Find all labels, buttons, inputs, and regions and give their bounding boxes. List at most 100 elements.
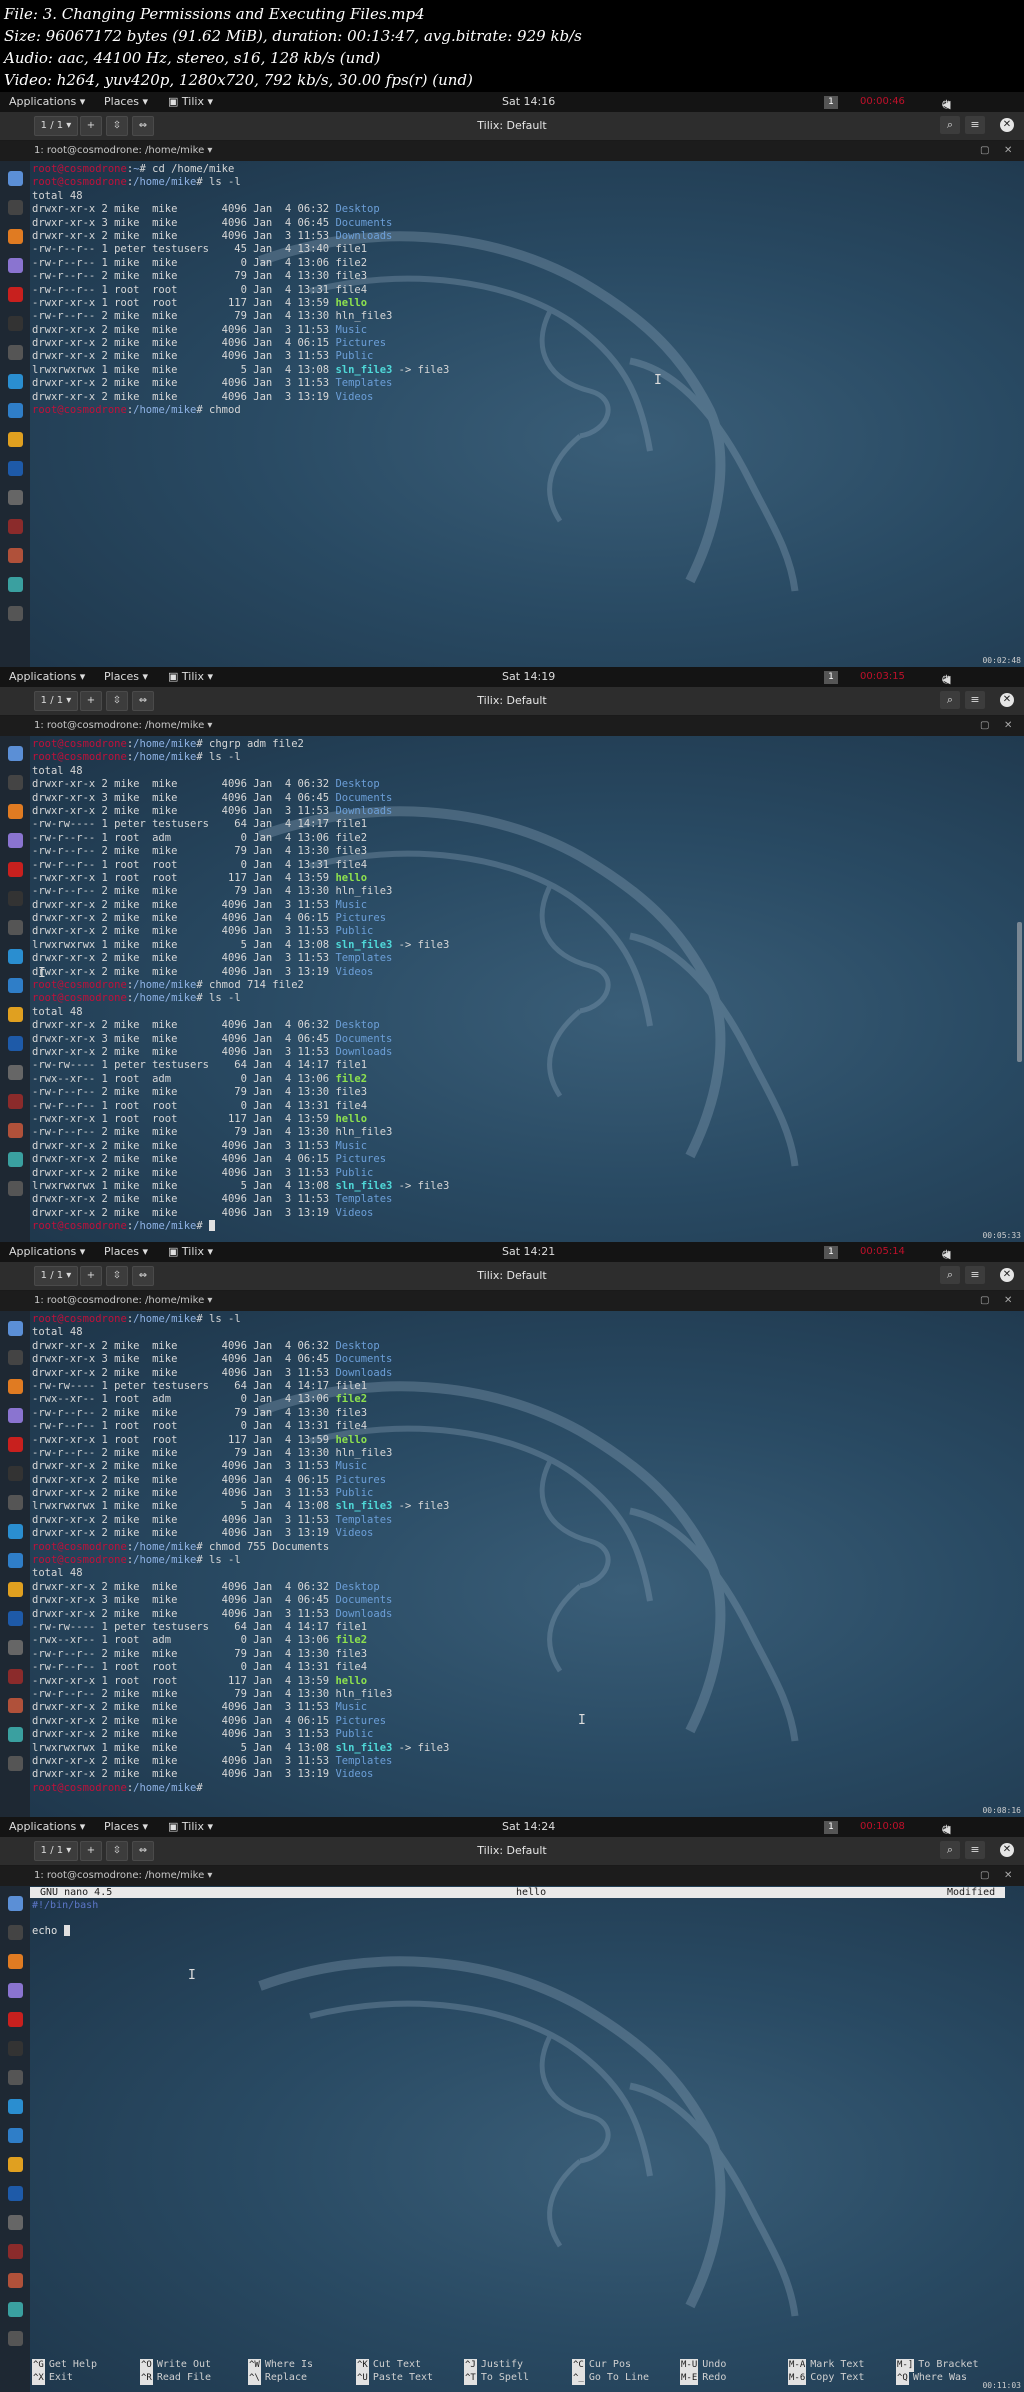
terminal-icon[interactable]	[8, 1350, 23, 1365]
clock[interactable]: Sat 14:16	[502, 95, 555, 108]
files-icon[interactable]	[8, 1896, 23, 1911]
app-grid-icon[interactable]	[8, 2331, 23, 2346]
close-terminal-icon[interactable]: ✕	[1004, 1295, 1012, 1306]
gear-icon[interactable]	[8, 2128, 23, 2143]
workspace-indicator[interactable]: 1	[824, 96, 838, 109]
armitage-icon[interactable]	[8, 1094, 23, 1109]
close-terminal-icon[interactable]: ✕	[1004, 145, 1012, 156]
terminal-view[interactable]: root@cosmodrone:~# cd /home/mike root@cos…	[30, 161, 1024, 667]
nano-shortcut[interactable]: M-U Undo M-E Redo	[680, 2358, 726, 2385]
burpsuite-icon[interactable]	[8, 833, 23, 848]
text-editor-icon[interactable]	[8, 2070, 23, 2085]
gear-icon[interactable]	[8, 403, 23, 418]
applications-menu[interactable]: Applications ▾	[9, 95, 85, 108]
gear-icon[interactable]	[8, 978, 23, 993]
settings-icon[interactable]	[8, 949, 23, 964]
terminal-icon[interactable]	[8, 1925, 23, 1940]
nano-shortcut[interactable]: ^W Where Is ^\ Replace	[248, 2358, 313, 2385]
search-icon[interactable]: ⌕	[940, 1266, 960, 1284]
workspace-indicator[interactable]: 1	[824, 671, 838, 684]
close-icon[interactable]: ✕	[1000, 693, 1014, 707]
terminal-output[interactable]: root@cosmodrone:~# cd /home/mike root@cos…	[32, 163, 449, 417]
workspace-indicator[interactable]: 1	[824, 1246, 838, 1259]
tilix-app-menu[interactable]: ▣ Tilix ▾	[168, 670, 213, 683]
nano-edit-line[interactable]: echo	[32, 1925, 70, 1937]
terminal-output[interactable]: root@cosmodrone:/home/mike# chgrp adm fi…	[32, 738, 449, 1233]
search-icon[interactable]: ⌕	[940, 691, 960, 709]
search-icon[interactable]: ⌕	[940, 116, 960, 134]
hamburger-menu-icon[interactable]: ≡	[965, 1841, 985, 1859]
terminal-view[interactable]: root@cosmodrone:/home/mike# chgrp adm fi…	[30, 736, 1024, 1242]
places-menu[interactable]: Places ▾	[104, 670, 148, 683]
app-grid-icon[interactable]	[8, 1756, 23, 1771]
applications-menu[interactable]: Applications ▾	[9, 1245, 85, 1258]
cherrytree-icon[interactable]	[8, 1698, 23, 1713]
settings-icon[interactable]	[8, 374, 23, 389]
close-icon[interactable]: ✕	[1000, 1268, 1014, 1282]
hamburger-menu-icon[interactable]: ≡	[965, 116, 985, 134]
session-title[interactable]: 1: root@cosmodrone: /home/mike ▾	[34, 1870, 212, 1881]
cherrytree-icon[interactable]	[8, 2273, 23, 2288]
python-icon[interactable]	[8, 1007, 23, 1022]
metasploit-icon[interactable]	[8, 1437, 23, 1452]
firefox-icon[interactable]	[8, 229, 23, 244]
firefox-icon[interactable]	[8, 1379, 23, 1394]
app-grid-icon[interactable]	[8, 606, 23, 621]
hamburger-menu-icon[interactable]: ≡	[965, 691, 985, 709]
nano-shortcut[interactable]: ^G Get Help ^X Exit	[32, 2358, 97, 2385]
hamburger-menu-icon[interactable]: ≡	[965, 1266, 985, 1284]
metasploit-m-icon[interactable]	[8, 1640, 23, 1655]
applications-menu[interactable]: Applications ▾	[9, 1820, 85, 1833]
text-editor-icon[interactable]	[8, 345, 23, 360]
armitage-icon[interactable]	[8, 1669, 23, 1684]
text-editor-icon[interactable]	[8, 920, 23, 935]
search-icon[interactable]: ⌕	[940, 1841, 960, 1859]
firefox-icon[interactable]	[8, 804, 23, 819]
nano-shortcut[interactable]: M-A Mark Text M-6 Copy Text	[788, 2358, 864, 2385]
app-grid-icon[interactable]	[8, 1181, 23, 1196]
network-icon[interactable]	[8, 1152, 23, 1167]
clock[interactable]: Sat 14:21	[502, 1245, 555, 1258]
applications-menu[interactable]: Applications ▾	[9, 670, 85, 683]
metasploit-m-icon[interactable]	[8, 2215, 23, 2230]
python-icon[interactable]	[8, 432, 23, 447]
terminal-blue-icon[interactable]	[8, 461, 23, 476]
metasploit-m-icon[interactable]	[8, 490, 23, 505]
maltego-icon[interactable]	[8, 891, 23, 906]
maximize-terminal-icon[interactable]: ▢	[980, 720, 989, 731]
text-editor-icon[interactable]	[8, 1495, 23, 1510]
tilix-app-menu[interactable]: ▣ Tilix ▾	[168, 1245, 213, 1258]
nano-shortcut[interactable]: M-] To Bracket ^Q Where Was	[896, 2358, 978, 2385]
network-icon[interactable]	[8, 1727, 23, 1742]
terminal-icon[interactable]	[8, 775, 23, 790]
scrollbar[interactable]	[1017, 922, 1022, 1062]
places-menu[interactable]: Places ▾	[104, 95, 148, 108]
burpsuite-icon[interactable]	[8, 1983, 23, 1998]
maltego-icon[interactable]	[8, 2041, 23, 2056]
armitage-icon[interactable]	[8, 519, 23, 534]
metasploit-icon[interactable]	[8, 287, 23, 302]
files-icon[interactable]	[8, 746, 23, 761]
nano-shortcut[interactable]: ^C Cur Pos ^_ Go To Line	[572, 2358, 649, 2385]
files-icon[interactable]	[8, 1321, 23, 1336]
tilix-app-menu[interactable]: ▣ Tilix ▾	[168, 1820, 213, 1833]
nano-shortcut[interactable]: ^O Write Out ^R Read File	[140, 2358, 211, 2385]
places-menu[interactable]: Places ▾	[104, 1820, 148, 1833]
session-title[interactable]: 1: root@cosmodrone: /home/mike ▾	[34, 720, 212, 731]
terminal-view[interactable]: root@cosmodrone:/home/mike# ls -l total 4…	[30, 1311, 1024, 1817]
maltego-icon[interactable]	[8, 316, 23, 331]
close-terminal-icon[interactable]: ✕	[1004, 720, 1012, 731]
close-icon[interactable]: ✕	[1000, 1843, 1014, 1857]
gear-icon[interactable]	[8, 1553, 23, 1568]
close-terminal-icon[interactable]: ✕	[1004, 1870, 1012, 1881]
maltego-icon[interactable]	[8, 1466, 23, 1481]
metasploit-m-icon[interactable]	[8, 1065, 23, 1080]
clock[interactable]: Sat 14:19	[502, 670, 555, 683]
tilix-app-menu[interactable]: ▣ Tilix ▾	[168, 95, 213, 108]
maximize-terminal-icon[interactable]: ▢	[980, 1870, 989, 1881]
burpsuite-icon[interactable]	[8, 1408, 23, 1423]
network-icon[interactable]	[8, 577, 23, 592]
nano-shortcut[interactable]: ^K Cut Text ^U Paste Text	[356, 2358, 433, 2385]
terminal-output[interactable]: root@cosmodrone:/home/mike# ls -l total 4…	[32, 1313, 449, 1795]
terminal-view[interactable]: GNU nano 4.5 hello Modified #!/bin/bash …	[30, 1886, 1024, 2392]
